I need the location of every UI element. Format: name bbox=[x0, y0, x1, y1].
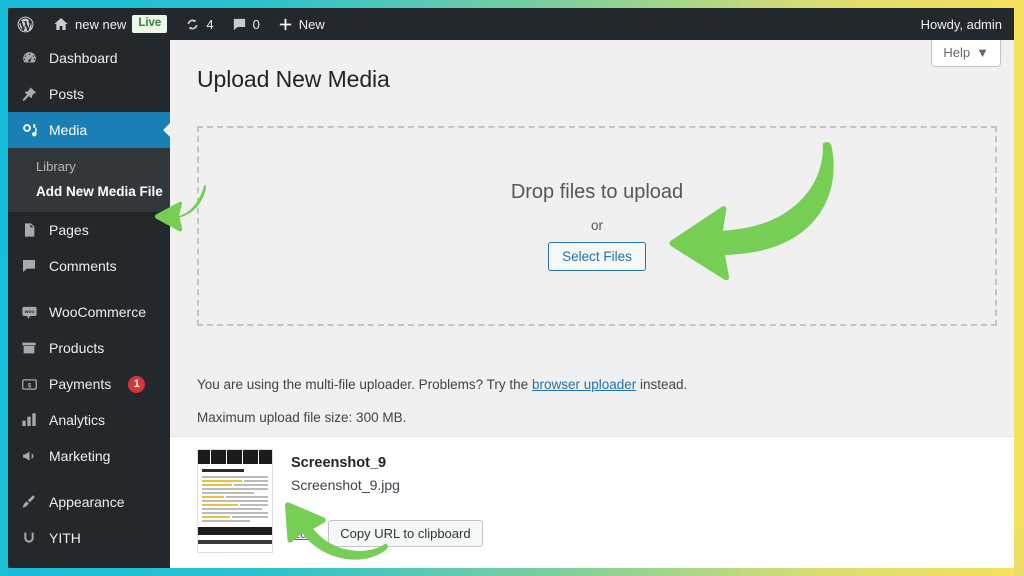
sidebar-label: Dashboard bbox=[49, 50, 118, 66]
pages-icon bbox=[19, 222, 39, 238]
sidebar-label: YITH bbox=[49, 530, 81, 546]
file-thumbnail[interactable] bbox=[197, 449, 273, 553]
browser-uploader-link[interactable]: browser uploader bbox=[532, 377, 636, 392]
copy-url-button[interactable]: Copy URL to clipboard bbox=[328, 520, 483, 547]
sidebar-item-posts[interactable]: Posts bbox=[8, 76, 170, 112]
chevron-down-icon: ▼ bbox=[976, 45, 989, 60]
marketing-icon bbox=[19, 448, 39, 465]
new-content-menu[interactable]: New bbox=[269, 8, 334, 40]
sidebar-label: Payments bbox=[49, 376, 112, 392]
frame-left-border bbox=[0, 0, 8, 576]
uploader-note-text-post: instead. bbox=[636, 377, 688, 392]
svg-text:woo: woo bbox=[23, 310, 34, 315]
wordpress-logo-menu[interactable] bbox=[8, 8, 44, 40]
help-tab-label: Help bbox=[943, 45, 971, 60]
sidebar-item-products[interactable]: Products bbox=[8, 330, 170, 366]
yith-icon bbox=[19, 530, 39, 546]
wordpress-admin-window: new new Live 4 0 New Howdy, admin Dashbo… bbox=[8, 8, 1014, 568]
dropzone-title: Drop files to upload bbox=[510, 181, 684, 203]
select-files-button[interactable]: Select Files bbox=[548, 242, 646, 271]
updates-menu[interactable]: 4 bbox=[176, 8, 222, 40]
file-name: Screenshot_9.jpg bbox=[291, 477, 400, 493]
frame-top-border bbox=[0, 0, 1024, 8]
file-actions: Edit Copy URL to clipboard bbox=[291, 520, 483, 547]
sidebar-label: Appearance bbox=[49, 494, 125, 510]
dashboard-icon bbox=[19, 50, 39, 67]
sidebar-item-marketing[interactable]: Marketing bbox=[8, 438, 170, 474]
admin-bar: new new Live 4 0 New Howdy, admin bbox=[8, 8, 1014, 40]
frame-right-border bbox=[1014, 0, 1024, 576]
sidebar-label: Analytics bbox=[49, 412, 106, 428]
file-title: Screenshot_9 bbox=[291, 455, 387, 471]
site-name-menu[interactable]: new new Live bbox=[44, 8, 176, 40]
media-submenu: Library Add New Media File bbox=[8, 148, 170, 212]
sidebar-label: WooCommerce bbox=[49, 304, 146, 320]
sidebar-label: Marketing bbox=[49, 448, 111, 464]
menu-separator bbox=[8, 474, 170, 484]
plus-icon bbox=[278, 17, 293, 32]
payments-badge-count: 1 bbox=[128, 375, 146, 393]
uploaded-file-row: Screenshot_9 Screenshot_9.jpg Edit Copy … bbox=[197, 449, 483, 553]
admin-sidebar-menu: Dashboard Posts Media Library Add New Me… bbox=[8, 40, 170, 568]
sidebar-item-analytics[interactable]: Analytics bbox=[8, 402, 170, 438]
new-content-label: New bbox=[298, 16, 325, 32]
dropzone-or-label: or bbox=[590, 218, 603, 233]
help-tab-button[interactable]: Help ▼ bbox=[931, 40, 1001, 67]
appearance-icon bbox=[19, 494, 39, 510]
uploader-note-text-pre: You are using the multi-file uploader. P… bbox=[197, 377, 532, 392]
live-badge: Live bbox=[132, 15, 168, 33]
payments-icon: $ bbox=[19, 376, 39, 393]
uploaded-files-list: Screenshot_9 Screenshot_9.jpg Edit Copy … bbox=[170, 436, 1014, 568]
menu-separator bbox=[8, 284, 170, 294]
wordpress-logo-icon bbox=[16, 15, 35, 34]
woo-icon: woo bbox=[19, 304, 39, 321]
sidebar-item-library[interactable]: Library bbox=[8, 154, 170, 179]
my-account-menu[interactable]: Howdy, admin bbox=[921, 17, 1014, 32]
howdy-label: Howdy, admin bbox=[920, 16, 1002, 32]
sidebar-item-appearance[interactable]: Appearance bbox=[8, 484, 170, 520]
home-icon bbox=[53, 16, 69, 32]
updates-icon bbox=[185, 17, 200, 32]
file-meta: Screenshot_9 Screenshot_9.jpg Edit Copy … bbox=[291, 449, 483, 553]
sidebar-label: Posts bbox=[49, 86, 85, 102]
products-icon bbox=[19, 340, 39, 356]
sidebar-label: Products bbox=[49, 340, 105, 356]
sidebar-item-media[interactable]: Media bbox=[8, 112, 170, 148]
site-name-label: new new bbox=[75, 16, 127, 32]
updates-count: 4 bbox=[206, 16, 214, 32]
analytics-icon bbox=[19, 412, 39, 428]
page-title: Upload New Media bbox=[197, 66, 390, 92]
svg-text:$: $ bbox=[27, 382, 31, 389]
sidebar-item-yith[interactable]: YITH bbox=[8, 520, 170, 556]
sidebar-item-dashboard[interactable]: Dashboard bbox=[8, 40, 170, 76]
sidebar-label: Media bbox=[49, 122, 88, 138]
sidebar-item-woocommerce[interactable]: woo WooCommerce bbox=[8, 294, 170, 330]
comments-icon bbox=[19, 258, 39, 274]
sidebar-item-pages[interactable]: Pages bbox=[8, 212, 170, 248]
sidebar-item-comments[interactable]: Comments bbox=[8, 248, 170, 284]
max-upload-size-note: Maximum upload file size: 300 MB. bbox=[197, 410, 407, 425]
comments-icon bbox=[232, 17, 247, 32]
sidebar-item-add-new-media-file[interactable]: Add New Media File bbox=[8, 179, 170, 204]
main-content-area: Help ▼ Upload New Media Drop files to up… bbox=[170, 40, 1014, 568]
comments-menu[interactable]: 0 bbox=[223, 8, 269, 40]
comments-count: 0 bbox=[252, 16, 260, 32]
sidebar-label: Comments bbox=[49, 258, 117, 274]
upload-dropzone[interactable]: Drop files to upload or Select Files bbox=[197, 126, 997, 326]
media-icon bbox=[19, 122, 39, 139]
pin-icon bbox=[19, 86, 39, 102]
sidebar-item-payments[interactable]: $ Payments 1 bbox=[8, 366, 170, 402]
uploader-note: You are using the multi-file uploader. P… bbox=[197, 377, 687, 392]
edit-link[interactable]: Edit bbox=[291, 526, 314, 541]
sidebar-label: Pages bbox=[49, 222, 89, 238]
frame-bottom-border bbox=[0, 568, 1024, 576]
